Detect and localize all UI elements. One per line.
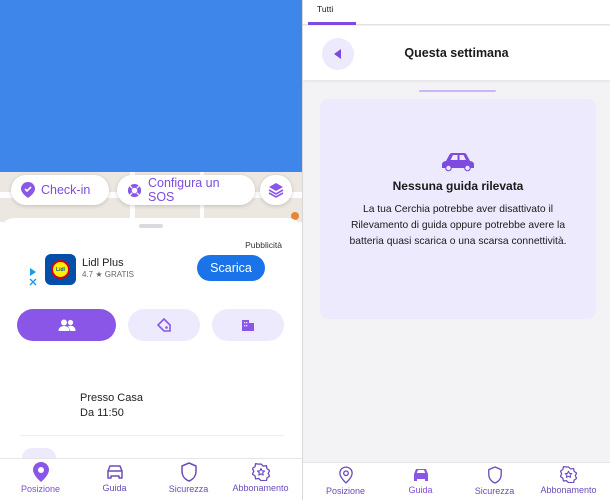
filter-tabs: Tutti bbox=[303, 0, 610, 25]
nav-item-guida[interactable]: Guida bbox=[77, 459, 152, 500]
active-tab-indicator bbox=[308, 22, 356, 25]
bottom-nav: Posizione Guida Sicurezza Abbonamento bbox=[303, 462, 610, 500]
ad-download-button[interactable]: Scarica bbox=[197, 255, 265, 281]
map-view[interactable] bbox=[0, 0, 302, 172]
places-tab[interactable] bbox=[212, 309, 284, 341]
badge-star-icon bbox=[560, 466, 577, 483]
nav-item-abbonamento[interactable]: Abbonamento bbox=[223, 459, 298, 500]
shield-icon bbox=[487, 466, 502, 484]
layers-icon bbox=[268, 183, 284, 198]
adchoices-icon[interactable] bbox=[28, 266, 38, 286]
nav-label: Guida bbox=[102, 483, 127, 493]
car-icon bbox=[413, 469, 428, 481]
people-icon bbox=[58, 319, 75, 331]
app-root: rga Check-in Configura un SOS bbox=[0, 0, 610, 500]
nav-label: Sicurezza bbox=[474, 486, 515, 496]
items-tab[interactable] bbox=[128, 309, 200, 341]
people-tab[interactable] bbox=[17, 309, 116, 341]
driving-screen: Tutti Questa settimana Nessuna guida ril… bbox=[303, 0, 610, 500]
lifebuoy-icon bbox=[127, 183, 142, 197]
nav-label: Abbonamento bbox=[232, 483, 289, 493]
shield-icon bbox=[180, 462, 197, 482]
nav-label: Abbonamento bbox=[540, 485, 597, 495]
nav-item-sicurezza[interactable]: Sicurezza bbox=[457, 463, 532, 500]
sheet-drag-handle[interactable] bbox=[139, 224, 163, 228]
nav-label: Posizione bbox=[325, 486, 366, 496]
ad-label: Pubblicità bbox=[245, 240, 282, 250]
nav-label: Guida bbox=[408, 485, 433, 495]
nav-item-abbonamento[interactable]: Abbonamento bbox=[531, 463, 606, 500]
car-icon bbox=[106, 465, 123, 479]
week-header: Questa settimana bbox=[303, 26, 610, 80]
bottom-nav: Posizione Guida Sicurezza Abbonamento bbox=[0, 458, 302, 500]
car-icon bbox=[442, 153, 474, 172]
checkin-pin-icon bbox=[21, 182, 35, 198]
week-title: Questa settimana bbox=[404, 46, 509, 60]
list-divider bbox=[20, 435, 284, 436]
badge-star-icon bbox=[251, 463, 270, 481]
empty-state-body: La tua Cerchia potrebbe aver disattivato… bbox=[349, 204, 567, 247]
map-layers-button[interactable] bbox=[260, 175, 292, 205]
ad-app-name: Lidl Plus bbox=[82, 257, 124, 269]
checkin-button[interactable]: Check-in bbox=[11, 175, 109, 205]
nav-item-posizione[interactable]: Posizione bbox=[3, 459, 78, 500]
empty-state-card: Nessuna guida rilevata La tua Cerchia po… bbox=[320, 99, 596, 319]
week-indicator bbox=[419, 90, 496, 92]
building-icon bbox=[242, 320, 254, 331]
location-pin-icon bbox=[338, 466, 353, 484]
place-since: Da 11:50 bbox=[80, 407, 124, 419]
sos-label: Configura un SOS bbox=[148, 176, 220, 204]
tab-tutti[interactable]: Tutti bbox=[317, 4, 333, 14]
avatar[interactable] bbox=[22, 448, 56, 458]
nav-item-guida[interactable]: Guida bbox=[383, 463, 458, 500]
lidl-plus-logo[interactable]: Lidl bbox=[45, 254, 76, 285]
place-name: Presso Casa bbox=[80, 392, 143, 404]
empty-state-title: Nessuna guida rilevata bbox=[392, 179, 524, 193]
location-pin-icon bbox=[32, 462, 49, 482]
ad-rating: 4.7 ★ GRATIS bbox=[82, 270, 134, 279]
sos-button[interactable]: Configura un SOS bbox=[117, 175, 255, 205]
lidl-logo-mark: Lidl bbox=[51, 260, 70, 279]
nav-item-posizione[interactable]: Posizione bbox=[308, 463, 383, 500]
nav-item-sicurezza[interactable]: Sicurezza bbox=[151, 459, 226, 500]
location-screen: rga Check-in Configura un SOS bbox=[0, 0, 302, 500]
nav-label: Sicurezza bbox=[168, 484, 209, 494]
tag-icon bbox=[157, 318, 171, 332]
nav-label: Posizione bbox=[20, 484, 61, 494]
checkin-label: Check-in bbox=[41, 183, 91, 197]
